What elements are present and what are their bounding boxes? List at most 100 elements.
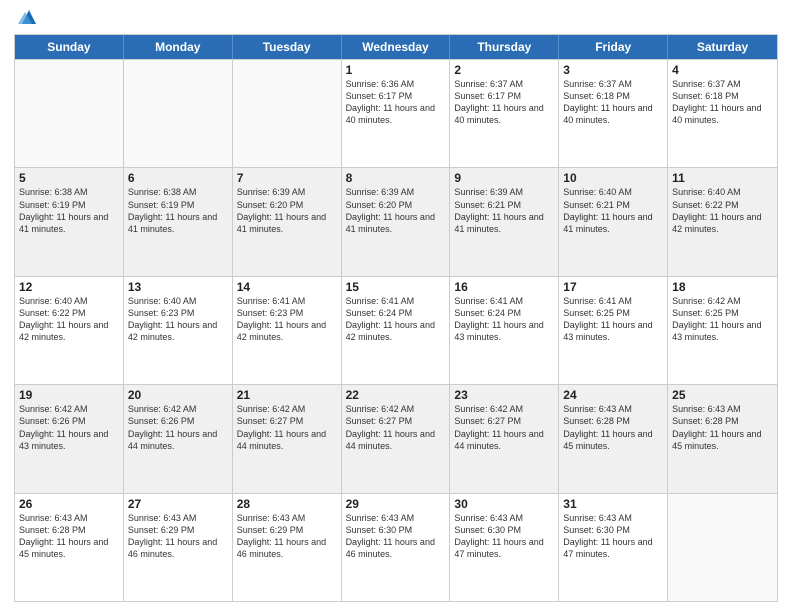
day-info: Sunrise: 6:43 AM Sunset: 6:30 PM Dayligh… [346,512,446,561]
calendar-row: 19Sunrise: 6:42 AM Sunset: 6:26 PM Dayli… [15,384,777,492]
day-number: 4 [672,63,773,77]
logo [14,14,40,28]
day-info: Sunrise: 6:37 AM Sunset: 6:17 PM Dayligh… [454,78,554,127]
calendar-header-cell: Tuesday [233,35,342,59]
day-info: Sunrise: 6:41 AM Sunset: 6:25 PM Dayligh… [563,295,663,344]
calendar-cell: 12Sunrise: 6:40 AM Sunset: 6:22 PM Dayli… [15,277,124,384]
day-info: Sunrise: 6:42 AM Sunset: 6:27 PM Dayligh… [454,403,554,452]
day-info: Sunrise: 6:39 AM Sunset: 6:20 PM Dayligh… [237,186,337,235]
calendar-cell: 16Sunrise: 6:41 AM Sunset: 6:24 PM Dayli… [450,277,559,384]
day-number: 25 [672,388,773,402]
calendar-cell: 24Sunrise: 6:43 AM Sunset: 6:28 PM Dayli… [559,385,668,492]
day-number: 12 [19,280,119,294]
day-info: Sunrise: 6:43 AM Sunset: 6:28 PM Dayligh… [563,403,663,452]
day-info: Sunrise: 6:40 AM Sunset: 6:22 PM Dayligh… [672,186,773,235]
page: SundayMondayTuesdayWednesdayThursdayFrid… [0,0,792,612]
day-number: 18 [672,280,773,294]
day-info: Sunrise: 6:42 AM Sunset: 6:27 PM Dayligh… [346,403,446,452]
calendar-cell: 6Sunrise: 6:38 AM Sunset: 6:19 PM Daylig… [124,168,233,275]
calendar-cell: 31Sunrise: 6:43 AM Sunset: 6:30 PM Dayli… [559,494,668,601]
day-number: 2 [454,63,554,77]
day-number: 15 [346,280,446,294]
calendar-cell: 27Sunrise: 6:43 AM Sunset: 6:29 PM Dayli… [124,494,233,601]
day-number: 28 [237,497,337,511]
calendar-header-cell: Friday [559,35,668,59]
calendar: SundayMondayTuesdayWednesdayThursdayFrid… [14,34,778,602]
day-info: Sunrise: 6:38 AM Sunset: 6:19 PM Dayligh… [128,186,228,235]
day-number: 13 [128,280,228,294]
calendar-cell [124,60,233,167]
day-number: 30 [454,497,554,511]
calendar-cell: 14Sunrise: 6:41 AM Sunset: 6:23 PM Dayli… [233,277,342,384]
day-info: Sunrise: 6:40 AM Sunset: 6:22 PM Dayligh… [19,295,119,344]
day-info: Sunrise: 6:39 AM Sunset: 6:20 PM Dayligh… [346,186,446,235]
day-number: 20 [128,388,228,402]
calendar-cell: 10Sunrise: 6:40 AM Sunset: 6:21 PM Dayli… [559,168,668,275]
calendar-header-cell: Thursday [450,35,559,59]
day-info: Sunrise: 6:42 AM Sunset: 6:26 PM Dayligh… [128,403,228,452]
day-info: Sunrise: 6:37 AM Sunset: 6:18 PM Dayligh… [563,78,663,127]
day-info: Sunrise: 6:39 AM Sunset: 6:21 PM Dayligh… [454,186,554,235]
day-info: Sunrise: 6:42 AM Sunset: 6:25 PM Dayligh… [672,295,773,344]
day-info: Sunrise: 6:43 AM Sunset: 6:29 PM Dayligh… [128,512,228,561]
day-number: 26 [19,497,119,511]
day-number: 24 [563,388,663,402]
calendar-cell: 30Sunrise: 6:43 AM Sunset: 6:30 PM Dayli… [450,494,559,601]
calendar-row: 26Sunrise: 6:43 AM Sunset: 6:28 PM Dayli… [15,493,777,601]
day-number: 22 [346,388,446,402]
day-info: Sunrise: 6:43 AM Sunset: 6:29 PM Dayligh… [237,512,337,561]
day-info: Sunrise: 6:43 AM Sunset: 6:30 PM Dayligh… [454,512,554,561]
day-number: 1 [346,63,446,77]
calendar-cell: 17Sunrise: 6:41 AM Sunset: 6:25 PM Dayli… [559,277,668,384]
day-info: Sunrise: 6:43 AM Sunset: 6:30 PM Dayligh… [563,512,663,561]
calendar-body: 1Sunrise: 6:36 AM Sunset: 6:17 PM Daylig… [15,59,777,601]
calendar-header-cell: Saturday [668,35,777,59]
day-number: 3 [563,63,663,77]
day-info: Sunrise: 6:37 AM Sunset: 6:18 PM Dayligh… [672,78,773,127]
calendar-cell: 13Sunrise: 6:40 AM Sunset: 6:23 PM Dayli… [124,277,233,384]
day-info: Sunrise: 6:42 AM Sunset: 6:27 PM Dayligh… [237,403,337,452]
day-number: 6 [128,171,228,185]
day-info: Sunrise: 6:41 AM Sunset: 6:24 PM Dayligh… [454,295,554,344]
day-info: Sunrise: 6:42 AM Sunset: 6:26 PM Dayligh… [19,403,119,452]
day-info: Sunrise: 6:41 AM Sunset: 6:23 PM Dayligh… [237,295,337,344]
calendar-cell: 2Sunrise: 6:37 AM Sunset: 6:17 PM Daylig… [450,60,559,167]
calendar-cell: 28Sunrise: 6:43 AM Sunset: 6:29 PM Dayli… [233,494,342,601]
calendar-cell: 25Sunrise: 6:43 AM Sunset: 6:28 PM Dayli… [668,385,777,492]
calendar-cell: 8Sunrise: 6:39 AM Sunset: 6:20 PM Daylig… [342,168,451,275]
calendar-cell: 26Sunrise: 6:43 AM Sunset: 6:28 PM Dayli… [15,494,124,601]
calendar-cell [233,60,342,167]
calendar-cell: 19Sunrise: 6:42 AM Sunset: 6:26 PM Dayli… [15,385,124,492]
logo-icon [18,6,40,28]
calendar-cell: 23Sunrise: 6:42 AM Sunset: 6:27 PM Dayli… [450,385,559,492]
calendar-header-cell: Monday [124,35,233,59]
header [14,10,778,28]
day-number: 27 [128,497,228,511]
calendar-cell: 7Sunrise: 6:39 AM Sunset: 6:20 PM Daylig… [233,168,342,275]
day-number: 14 [237,280,337,294]
calendar-cell: 4Sunrise: 6:37 AM Sunset: 6:18 PM Daylig… [668,60,777,167]
calendar-cell: 3Sunrise: 6:37 AM Sunset: 6:18 PM Daylig… [559,60,668,167]
calendar-cell: 1Sunrise: 6:36 AM Sunset: 6:17 PM Daylig… [342,60,451,167]
calendar-cell: 9Sunrise: 6:39 AM Sunset: 6:21 PM Daylig… [450,168,559,275]
calendar-cell: 29Sunrise: 6:43 AM Sunset: 6:30 PM Dayli… [342,494,451,601]
day-info: Sunrise: 6:40 AM Sunset: 6:23 PM Dayligh… [128,295,228,344]
calendar-cell: 11Sunrise: 6:40 AM Sunset: 6:22 PM Dayli… [668,168,777,275]
day-info: Sunrise: 6:43 AM Sunset: 6:28 PM Dayligh… [672,403,773,452]
day-info: Sunrise: 6:41 AM Sunset: 6:24 PM Dayligh… [346,295,446,344]
calendar-header-row: SundayMondayTuesdayWednesdayThursdayFrid… [15,35,777,59]
day-number: 11 [672,171,773,185]
day-number: 16 [454,280,554,294]
day-info: Sunrise: 6:36 AM Sunset: 6:17 PM Dayligh… [346,78,446,127]
day-number: 17 [563,280,663,294]
day-number: 10 [563,171,663,185]
day-number: 7 [237,171,337,185]
day-number: 9 [454,171,554,185]
day-number: 31 [563,497,663,511]
calendar-cell: 21Sunrise: 6:42 AM Sunset: 6:27 PM Dayli… [233,385,342,492]
day-number: 29 [346,497,446,511]
calendar-cell [15,60,124,167]
day-info: Sunrise: 6:43 AM Sunset: 6:28 PM Dayligh… [19,512,119,561]
calendar-row: 1Sunrise: 6:36 AM Sunset: 6:17 PM Daylig… [15,59,777,167]
day-number: 19 [19,388,119,402]
